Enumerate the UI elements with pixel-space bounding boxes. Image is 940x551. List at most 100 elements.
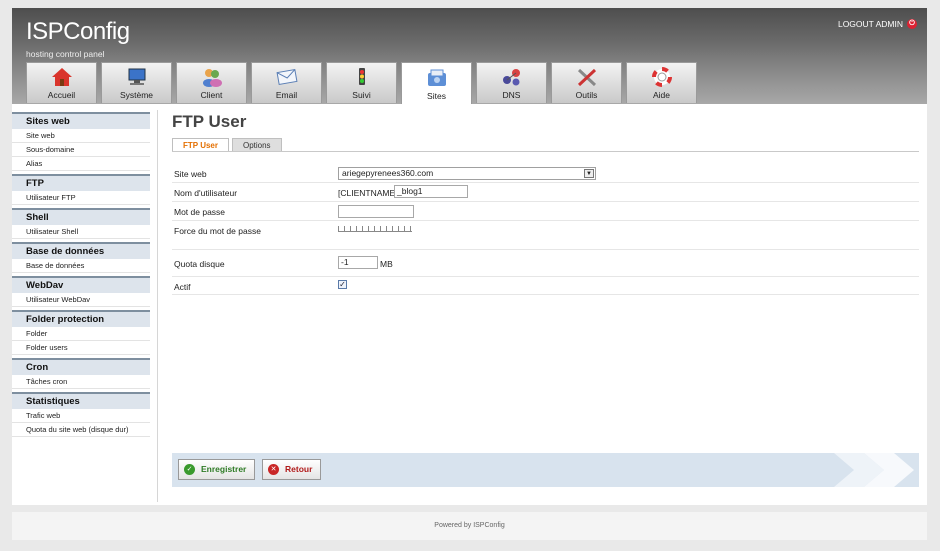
username-prefix: [CLIENTNAME] (338, 188, 398, 198)
footer: Powered by ISPConfig (12, 512, 927, 540)
tools-icon (576, 67, 598, 87)
tab-label: Aide (652, 90, 670, 100)
button-bar: ✓ Enregistrer ✕ Retour (172, 453, 919, 487)
password-label: Mot de passe (174, 207, 226, 217)
active-label: Actif (174, 282, 191, 292)
client-icon (201, 67, 223, 87)
tab-label: Système (119, 90, 154, 100)
logout-link[interactable]: LOGOUT ADMIN ⏻ (838, 19, 917, 29)
chevron-down-icon[interactable]: ▼ (584, 169, 594, 178)
cancel-icon: ✕ (268, 464, 279, 475)
quota-unit: MB (380, 259, 393, 269)
home-icon (51, 67, 73, 87)
logout-label[interactable]: LOGOUT ADMIN (838, 19, 903, 29)
tab-email[interactable]: Email (251, 62, 322, 103)
help-icon (651, 67, 673, 87)
sidebar-group-folder-protection: Folder protection Folder Folder users (12, 310, 150, 355)
tab-label: Outils (575, 90, 598, 100)
sidebar: Sites web Site web Sous-domaine Alias FT… (12, 112, 150, 440)
sidebar-item-base-de-donnees[interactable]: Base de données (12, 259, 150, 273)
app-header: ISPConfig hosting control panel LOGOUT A… (12, 8, 927, 104)
sidebar-group-webdav: WebDav Utilisateur WebDav (12, 276, 150, 307)
tab-aide[interactable]: Aide (626, 62, 697, 103)
tab-label: Accueil (47, 90, 76, 100)
password-input[interactable] (338, 205, 414, 218)
tab-outils[interactable]: Outils (551, 62, 622, 103)
form-row-quota: Quota disque -1 MB (172, 250, 919, 277)
quota-label: Quota disque (174, 259, 225, 269)
sidebar-group-title: Statistiques (12, 392, 150, 409)
site-web-select[interactable]: ariegepyrenees360.com ▼ (338, 167, 596, 180)
tab-ftp-user[interactable]: FTP User (172, 138, 229, 151)
username-input[interactable]: _blog1 (394, 185, 468, 198)
username-label: Nom d'utilisateur (174, 188, 238, 198)
sidebar-group-title: Shell (12, 208, 150, 225)
active-checkbox[interactable]: ✓ (338, 280, 347, 289)
tab-systeme[interactable]: Système (101, 62, 172, 103)
tab-label: Sites (427, 91, 446, 101)
dns-icon (501, 67, 523, 87)
tab-label: Suivi (352, 90, 371, 100)
sidebar-item-trafic-web[interactable]: Trafic web (12, 409, 150, 423)
chevron-decoration-icon (834, 453, 914, 487)
sidebar-group-cron: Cron Tâches cron (12, 358, 150, 389)
sidebar-divider (157, 110, 158, 502)
page-title: FTP User (172, 112, 247, 131)
sidebar-item-folder-users[interactable]: Folder users (12, 341, 150, 355)
sidebar-group-database: Base de données Base de données (12, 242, 150, 273)
form-row-active: Actif ✓ (172, 277, 919, 295)
form-tabs: FTP User Options (172, 138, 919, 152)
sidebar-group-ftp: FTP Utilisateur FTP (12, 174, 150, 205)
form-row-password: Mot de passe (172, 202, 919, 221)
app-logo: ISPConfig (26, 18, 130, 45)
main-panel: Sites web Site web Sous-domaine Alias FT… (12, 104, 927, 505)
sidebar-item-quota-site-web[interactable]: Quota du site web (disque dur) (12, 423, 150, 437)
sidebar-item-alias[interactable]: Alias (12, 157, 150, 171)
sidebar-group-title: Folder protection (12, 310, 150, 327)
form-row-site-web: Site web ariegepyrenees360.com ▼ (172, 164, 919, 183)
check-icon: ✓ (184, 464, 195, 475)
tab-client[interactable]: Client (176, 62, 247, 103)
back-button-label: Retour (285, 464, 313, 474)
form-row-password-strength: Force du mot de passe (172, 221, 919, 250)
sidebar-item-sous-domaine[interactable]: Sous-domaine (12, 143, 150, 157)
sidebar-item-folder[interactable]: Folder (12, 327, 150, 341)
tab-sites[interactable]: Sites (401, 62, 472, 104)
power-icon[interactable]: ⏻ (907, 19, 917, 29)
tab-suivi[interactable]: Suivi (326, 62, 397, 103)
sidebar-group-title: Sites web (12, 112, 150, 129)
email-icon (276, 67, 298, 87)
tab-label: Email (275, 90, 298, 100)
site-web-label: Site web (174, 169, 207, 179)
tab-label: Client (200, 90, 223, 100)
form-row-username: Nom d'utilisateur [CLIENTNAME] _blog1 (172, 183, 919, 202)
sidebar-group-title: WebDav (12, 276, 150, 293)
sites-icon (426, 68, 448, 88)
sidebar-group-statistiques: Statistiques Trafic web Quota du site we… (12, 392, 150, 437)
site-web-selected-value: ariegepyrenees360.com (342, 168, 434, 178)
sidebar-item-site-web[interactable]: Site web (12, 129, 150, 143)
sidebar-item-utilisateur-ftp[interactable]: Utilisateur FTP (12, 191, 150, 205)
tab-label: DNS (502, 90, 521, 100)
quota-input[interactable]: -1 (338, 256, 378, 269)
sidebar-item-taches-cron[interactable]: Tâches cron (12, 375, 150, 389)
tab-dns[interactable]: DNS (476, 62, 547, 103)
app-subtitle: hosting control panel (26, 49, 105, 59)
sidebar-group-title: FTP (12, 174, 150, 191)
sidebar-group-title: Cron (12, 358, 150, 375)
tab-accueil[interactable]: Accueil (26, 62, 97, 103)
system-icon (126, 67, 148, 87)
sidebar-group-sites-web: Sites web Site web Sous-domaine Alias (12, 112, 150, 171)
password-strength-meter (338, 226, 412, 232)
monitor-icon (351, 67, 373, 87)
sidebar-item-utilisateur-shell[interactable]: Utilisateur Shell (12, 225, 150, 239)
content-area: FTP User FTP User Options Site web arieg… (172, 112, 919, 295)
main-nav: Accueil Système Client Email Suivi Sites… (26, 62, 697, 104)
save-button-label: Enregistrer (201, 464, 247, 474)
password-strength-label: Force du mot de passe (174, 226, 261, 236)
tab-options[interactable]: Options (231, 138, 282, 151)
back-button[interactable]: ✕ Retour (262, 459, 322, 480)
save-button[interactable]: ✓ Enregistrer (178, 459, 256, 480)
sidebar-item-utilisateur-webdav[interactable]: Utilisateur WebDav (12, 293, 150, 307)
sidebar-group-shell: Shell Utilisateur Shell (12, 208, 150, 239)
